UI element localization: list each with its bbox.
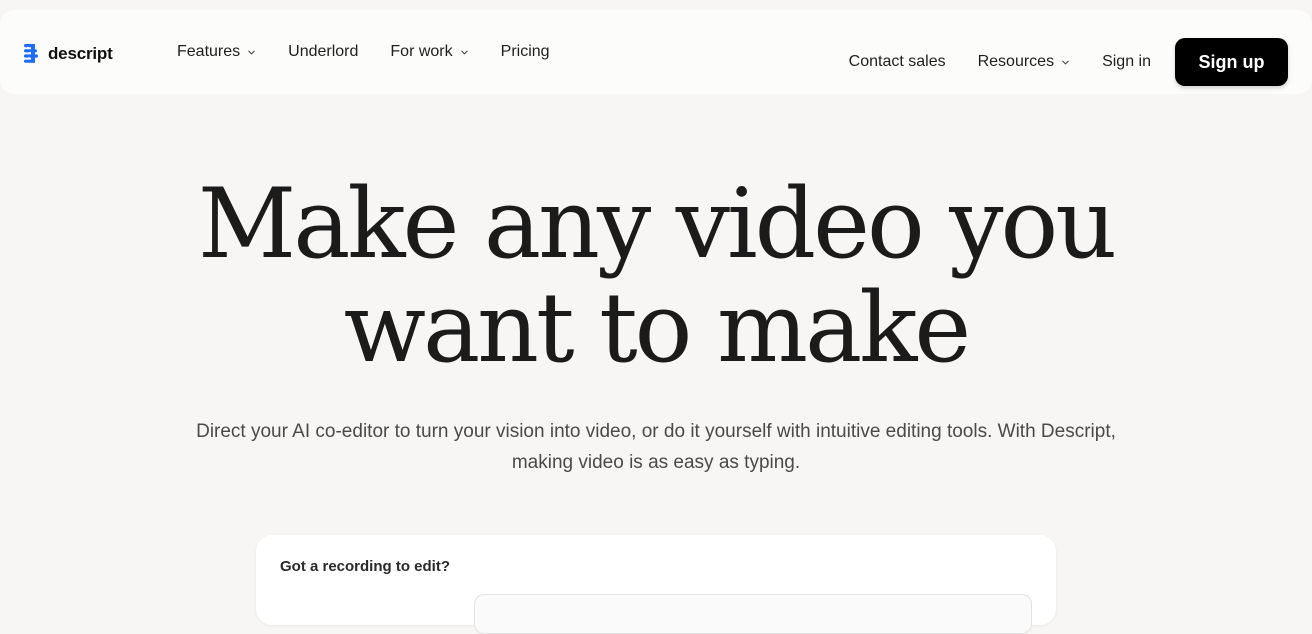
card-title: Got a recording to edit? [280, 558, 451, 575]
sign-up-button[interactable]: Sign up [1175, 38, 1288, 86]
nav-underlord-label: Underlord [288, 43, 359, 60]
hero-subtitle: Direct your AI co-editor to turn your vi… [196, 421, 1116, 473]
nav-features-menu[interactable]: Features [177, 43, 256, 61]
recording-input-field[interactable] [474, 594, 1032, 634]
primary-nav: Features Underlord For work Pricing [177, 40, 550, 64]
descript-logo-icon [24, 44, 38, 63]
nav-contact-sales-label: Contact sales [848, 53, 946, 70]
nav-resources-menu[interactable]: Resources [978, 53, 1070, 71]
nav-contact-sales-link[interactable]: Contact sales [849, 53, 946, 71]
nav-for-work-menu[interactable]: For work [390, 43, 468, 61]
hero-headline: Make any video you want to make [0, 172, 1312, 380]
recording-upload-card: Got a recording to edit? [256, 535, 1056, 634]
sign-in-link[interactable]: Sign in [1102, 53, 1151, 71]
chevron-down-icon [1062, 60, 1069, 64]
secondary-nav: Contact sales Resources Sign in Sign up [849, 38, 1288, 86]
top-navigation-bar: descript Features Underlord For work Pri… [0, 10, 1312, 94]
descript-logo-link[interactable]: descript [24, 43, 113, 65]
nav-resources-label: Resources [977, 53, 1055, 70]
chevron-down-icon [460, 50, 468, 54]
chevron-down-icon [248, 50, 255, 54]
nav-underlord-link[interactable]: Underlord [288, 43, 358, 61]
nav-features-label: Features [177, 43, 241, 60]
sign-in-label: Sign in [1102, 53, 1151, 70]
brand-name: descript [48, 44, 113, 63]
nav-pricing-label: Pricing [500, 43, 550, 60]
nav-pricing-link[interactable]: Pricing [501, 43, 550, 61]
hero-headline-line-2: want to make [343, 272, 971, 384]
nav-for-work-label: For work [390, 43, 453, 60]
hero-headline-line-1: Make any video you [197, 168, 1117, 280]
